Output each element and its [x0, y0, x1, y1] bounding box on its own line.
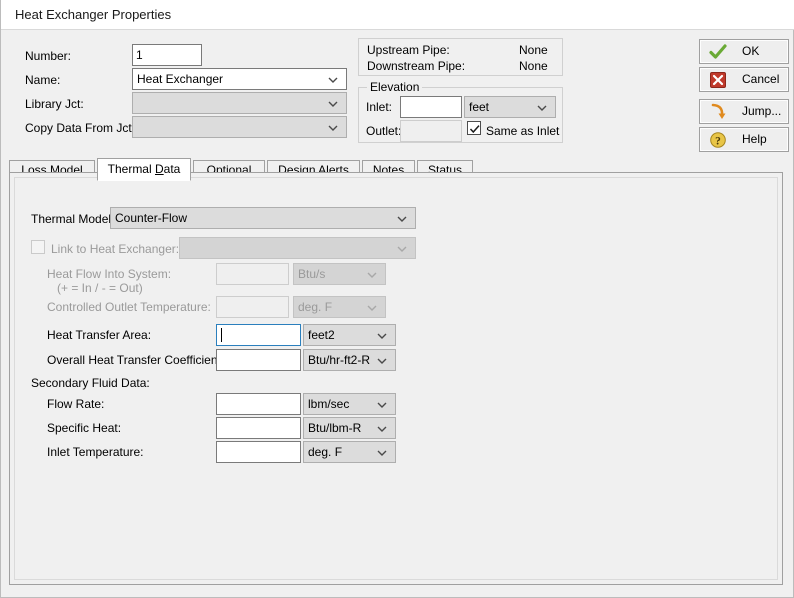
downstream-pipe-value: None: [519, 59, 548, 73]
controlled-outlet-temperature-units-combobox: deg. F: [293, 296, 386, 318]
chevron-down-icon: [375, 442, 389, 462]
elevation-inlet-input[interactable]: [400, 96, 462, 118]
inlet-temperature-label: Inlet Temperature:: [47, 445, 144, 459]
chevron-down-icon: [395, 238, 409, 258]
inlet-temperature-units-value: deg. F: [308, 445, 343, 459]
chevron-down-icon: [375, 350, 389, 370]
help-button[interactable]: ? Help: [699, 127, 789, 152]
specific-heat-units-combobox[interactable]: Btu/lbm-R: [303, 417, 396, 439]
jump-button[interactable]: Jump...: [699, 99, 789, 124]
library-jct-combobox[interactable]: [132, 92, 347, 114]
link-to-heat-exchanger-label: Link to Heat Exchanger:: [51, 242, 180, 256]
jump-button-label: Jump...: [742, 104, 782, 118]
cancel-button[interactable]: Cancel: [699, 67, 789, 92]
ok-button[interactable]: OK: [699, 39, 789, 64]
number-input[interactable]: 1: [132, 44, 202, 66]
elevation-outlet-label: Outlet:: [366, 124, 402, 138]
heat-flow-sublabel: (+ = In / - = Out): [57, 281, 143, 295]
link-to-heat-exchanger-checkbox: [31, 240, 45, 254]
chevron-down-icon: [326, 93, 340, 113]
downstream-pipe-label: Downstream Pipe:: [367, 59, 466, 73]
chevron-down-icon: [365, 297, 379, 317]
elevation-group-title: Elevation: [367, 80, 423, 94]
copy-data-from-jct-label: Copy Data From Jct...: [25, 121, 142, 135]
window-title: Heat Exchanger Properties: [15, 7, 172, 22]
controlled-outlet-temperature-label: Controlled Outlet Temperature:: [47, 300, 211, 314]
heat-exchanger-properties-dialog: Heat Exchanger Properties Number: 1 Name…: [0, 0, 794, 598]
pipe-connections-panel: Upstream Pipe: None Downstream Pipe: Non…: [358, 38, 563, 76]
heat-flow-units-value: Btu/s: [298, 267, 326, 281]
overall-heat-transfer-coefficient-input[interactable]: [216, 349, 301, 371]
name-combobox-value: Heat Exchanger: [137, 72, 224, 86]
chevron-down-icon: [326, 117, 340, 137]
help-button-label: Help: [742, 132, 767, 146]
heat-flow-input: [216, 263, 289, 285]
chevron-down-icon: [375, 394, 389, 414]
same-as-inlet-checkbox[interactable]: [467, 121, 481, 135]
heat-flow-units-combobox: Btu/s: [293, 263, 386, 285]
overall-heat-transfer-coefficient-units-combobox[interactable]: Btu/hr-ft2-R: [303, 349, 396, 371]
heat-transfer-area-units-value: feet2: [308, 328, 335, 342]
orange-arrow-icon: [709, 103, 727, 121]
ok-button-label: OK: [742, 44, 760, 58]
specific-heat-units-value: Btu/lbm-R: [308, 421, 362, 435]
specific-heat-label: Specific Heat:: [47, 421, 122, 435]
name-combobox[interactable]: Heat Exchanger: [132, 68, 347, 90]
cancel-button-label: Cancel: [742, 72, 780, 86]
overall-heat-transfer-coefficient-label: Overall Heat Transfer Coefficient:: [47, 353, 225, 367]
chevron-down-icon: [535, 97, 549, 117]
name-label: Name:: [25, 73, 61, 87]
heat-flow-label: Heat Flow Into System:: [47, 267, 172, 281]
thermal-model-value: Counter-Flow: [115, 211, 188, 225]
elevation-units-combobox[interactable]: feet: [464, 96, 556, 118]
upstream-pipe-label: Upstream Pipe:: [367, 43, 450, 57]
red-x-icon: [709, 71, 727, 89]
copy-data-from-jct-combobox[interactable]: [132, 116, 347, 138]
title-bar: Heat Exchanger Properties: [1, 0, 794, 30]
tab-panel: Thermal Model: Counter-Flow Link to Heat…: [9, 172, 783, 585]
heat-transfer-area-label: Heat Transfer Area:: [47, 328, 152, 342]
library-jct-label: Library Jct:: [25, 97, 84, 111]
flow-rate-units-value: lbm/sec: [308, 397, 350, 411]
upstream-pipe-value: None: [519, 43, 548, 57]
flow-rate-input[interactable]: [216, 393, 301, 415]
flow-rate-label: Flow Rate:: [47, 397, 105, 411]
elevation-groupbox: Elevation Inlet: feet Outlet: Same as In…: [358, 80, 563, 143]
thermal-model-combobox[interactable]: Counter-Flow: [110, 207, 416, 229]
inlet-temperature-input[interactable]: [216, 441, 301, 463]
chevron-down-icon: [326, 69, 340, 89]
elevation-units-value: feet: [469, 100, 490, 114]
chevron-down-icon: [395, 208, 409, 228]
secondary-fluid-data-label: Secondary Fluid Data:: [31, 376, 150, 390]
same-as-inlet-label: Same as Inlet: [486, 124, 560, 138]
svg-text:?: ?: [715, 135, 721, 147]
heat-transfer-area-input[interactable]: [216, 324, 301, 346]
inlet-temperature-units-combobox[interactable]: deg. F: [303, 441, 396, 463]
elevation-outlet-input: [400, 120, 462, 142]
controlled-outlet-temperature-input: [216, 296, 289, 318]
heat-transfer-area-units-combobox[interactable]: feet2: [303, 324, 396, 346]
chevron-down-icon: [375, 418, 389, 438]
green-check-icon: [709, 43, 727, 61]
chevron-down-icon: [375, 325, 389, 345]
link-to-heat-exchanger-combobox: [179, 237, 416, 259]
thermal-data-panel: Thermal Model: Counter-Flow Link to Heat…: [14, 177, 778, 580]
thermal-model-label: Thermal Model:: [31, 212, 115, 226]
yellow-question-icon: ?: [709, 131, 727, 149]
controlled-outlet-temperature-units-value: deg. F: [298, 300, 333, 314]
text-caret: [221, 328, 222, 342]
overall-heat-transfer-coefficient-units-value: Btu/hr-ft2-R: [308, 353, 371, 367]
flow-rate-units-combobox[interactable]: lbm/sec: [303, 393, 396, 415]
tab-thermal-data[interactable]: Thermal Data: [97, 158, 191, 181]
number-label: Number:: [25, 49, 72, 63]
chevron-down-icon: [365, 264, 379, 284]
specific-heat-input[interactable]: [216, 417, 301, 439]
elevation-inlet-label: Inlet:: [366, 100, 393, 114]
